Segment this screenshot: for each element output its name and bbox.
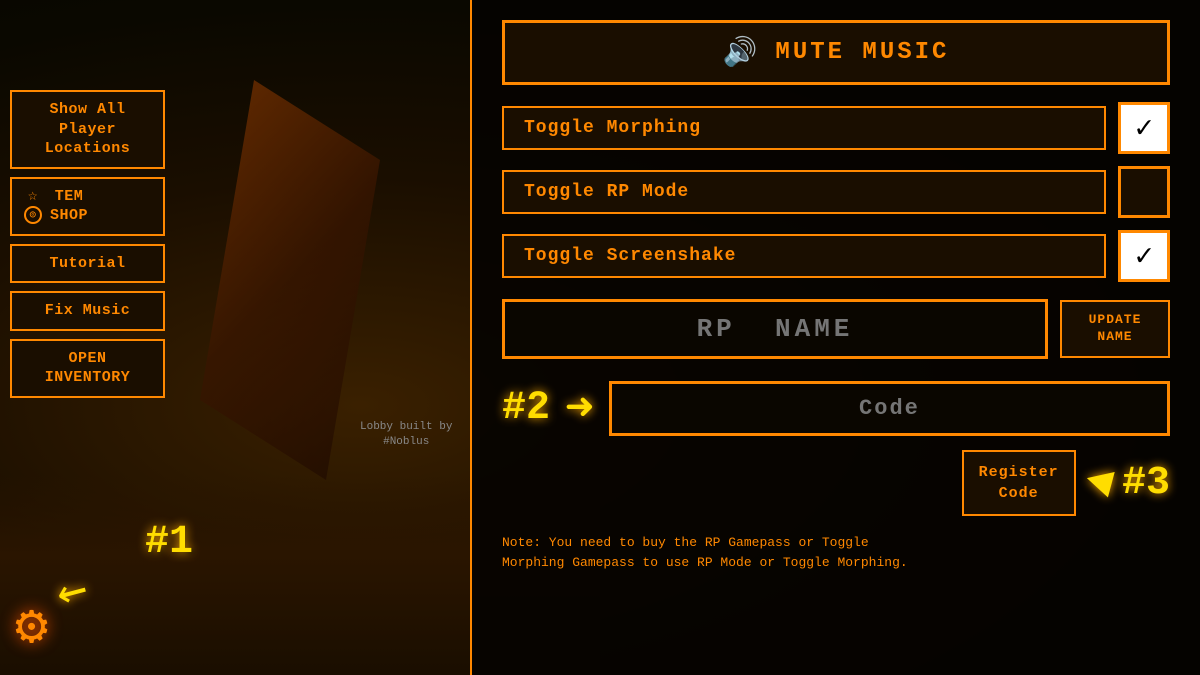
tem-top-icon: ☆ [28,188,38,204]
register-code-button[interactable]: Register Code [962,450,1076,516]
toggle-rp-mode-checkbox[interactable] [1118,166,1170,218]
toggle-morphing-button[interactable]: Toggle Morphing [502,106,1106,150]
toggle-morphing-checkbox[interactable] [1118,102,1170,154]
fix-music-button[interactable]: Fix Music [10,291,165,331]
tem-circle-icon: ◎ [24,206,42,224]
rp-name-row: UPDATE NAME [502,299,1170,359]
sidebar: Show All Player Locations ☆ ◎ TEM SHOP T… [10,90,165,398]
tutorial-button[interactable]: Tutorial [10,244,165,284]
rp-name-input[interactable] [502,299,1048,359]
annotation-2: #2 [502,386,550,431]
gear-icon[interactable]: ⚙ [15,592,48,660]
annotation-1: #1 [145,520,193,565]
update-name-button[interactable]: UPDATE NAME [1060,300,1170,358]
mute-music-button[interactable]: 🔊 MUTE MUSIC [502,20,1170,85]
show-all-players-button[interactable]: Show All Player Locations [10,90,165,169]
code-input[interactable] [609,381,1170,436]
toggle-rp-mode-button[interactable]: Toggle RP Mode [502,170,1106,214]
toggle-screenshake-checkbox[interactable] [1118,230,1170,282]
toggle-rp-mode-row: Toggle RP Mode [502,166,1170,218]
toggle-screenshake-row: Toggle Screenshake [502,230,1170,282]
arrow-2-icon: ➜ [565,379,594,438]
lobby-credit: Lobby built by #Noblus [360,420,452,451]
code-section: #2 ➜ [502,379,1170,438]
tem-icon: ☆ ◎ [24,188,42,224]
speaker-icon: 🔊 [723,35,761,70]
tem-shop-button[interactable]: ☆ ◎ TEM SHOP [10,177,165,236]
annotation-3: #3 [1122,461,1170,506]
open-inventory-button[interactable]: OPEN INVENTORY [10,339,165,398]
toggle-screenshake-button[interactable]: Toggle Screenshake [502,234,1106,278]
main-panel: 🔊 MUTE MUSIC Toggle Morphing Toggle RP M… [470,0,1200,675]
note-text: Note: You need to buy the RP Gamepass or… [502,533,1170,572]
arrow-3-icon: ◄ [1080,455,1118,510]
toggle-morphing-row: Toggle Morphing [502,102,1170,154]
register-section: Register Code ◄ #3 [502,450,1170,516]
